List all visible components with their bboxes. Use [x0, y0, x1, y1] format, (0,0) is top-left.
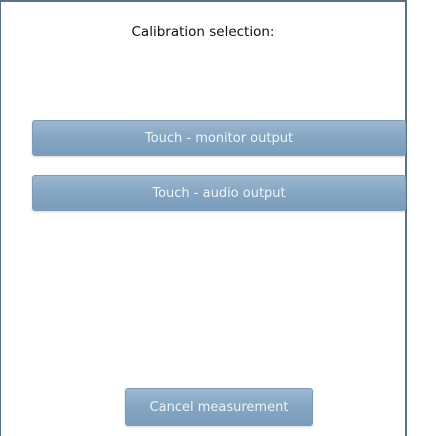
cancel-measurement-button[interactable]: Cancel measurement: [125, 388, 313, 426]
dialog-title: Calibration selection:: [131, 24, 275, 40]
calibration-dialog: Calibration selection: Touch - monitor o…: [0, 0, 407, 436]
touch-monitor-output-button[interactable]: Touch - monitor output: [32, 120, 406, 156]
touch-audio-output-button[interactable]: Touch - audio output: [32, 175, 406, 211]
touch-audio-output-label: Touch - audio output: [152, 186, 286, 201]
cancel-measurement-label: Cancel measurement: [149, 400, 289, 415]
touch-monitor-output-label: Touch - monitor output: [144, 131, 294, 146]
